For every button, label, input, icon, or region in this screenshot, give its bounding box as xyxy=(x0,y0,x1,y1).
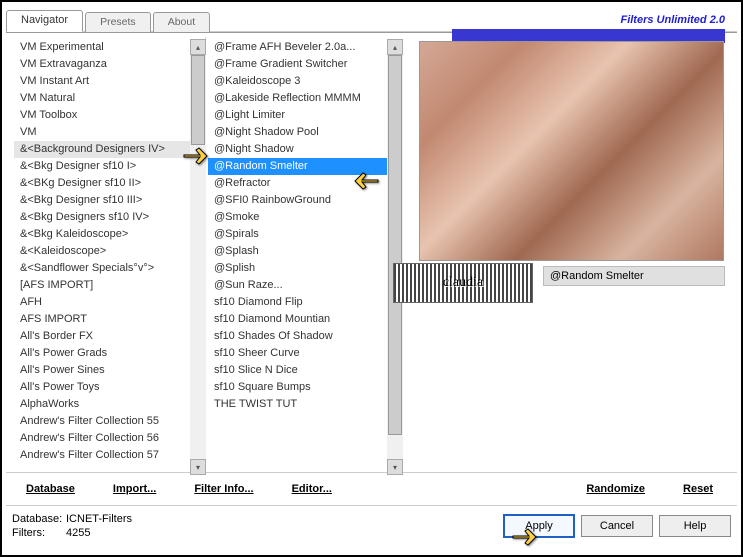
category-item[interactable]: All's Power Toys xyxy=(14,379,205,396)
tab-presets[interactable]: Presets xyxy=(85,12,151,32)
category-item[interactable]: VM xyxy=(14,124,205,141)
scroll-down-icon[interactable]: ▾ xyxy=(387,459,403,475)
preview-panel: @Random Smelter xyxy=(403,37,729,468)
category-item[interactable]: VM Instant Art xyxy=(14,73,205,90)
categories-panel: VM ExperimentalVM ExtravaganzaVM Instant… xyxy=(14,37,206,468)
app-title: Filters Unlimited 2.0 xyxy=(212,4,737,31)
category-item[interactable]: &<Bkg Designer sf10 III> xyxy=(14,192,205,209)
filter-item[interactable]: @SFI0 RainbowGround xyxy=(208,192,403,209)
header: Navigator Presets About Filters Unlimite… xyxy=(6,4,737,32)
import-button[interactable]: Import... xyxy=(103,479,166,499)
category-item[interactable]: &<Bkg Kaleidoscope> xyxy=(14,226,205,243)
filter-item[interactable]: sf10 Square Bumps xyxy=(208,379,403,396)
filter-item[interactable]: @Kaleidoscope 3 xyxy=(208,73,403,90)
tab-navigator[interactable]: Navigator xyxy=(6,10,83,32)
category-item[interactable]: All's Power Grads xyxy=(14,345,205,362)
categories-list[interactable]: VM ExperimentalVM ExtravaganzaVM Instant… xyxy=(14,37,206,475)
scroll-up-icon[interactable]: ▴ xyxy=(387,39,403,55)
footer: Database:ICNET-Filters Filters:4255 Appl… xyxy=(2,506,741,544)
filter-item[interactable]: THE TWIST TUT xyxy=(208,396,403,413)
tab-about[interactable]: About xyxy=(153,12,210,32)
filter-item[interactable]: sf10 Sheer Curve xyxy=(208,345,403,362)
filter-item[interactable]: @Light Limiter xyxy=(208,107,403,124)
filter-item[interactable]: @Frame Gradient Switcher xyxy=(208,56,403,73)
filter-item[interactable]: @Splish xyxy=(208,260,403,277)
filter-item[interactable]: @Refractor xyxy=(208,175,403,192)
filter-item[interactable]: @Smoke xyxy=(208,209,403,226)
category-item[interactable]: All's Power Sines xyxy=(14,362,205,379)
toolbar: Database Import... Filter Info... Editor… xyxy=(6,472,737,506)
scroll-down-icon[interactable]: ▾ xyxy=(190,459,206,475)
category-item[interactable]: &<Sandflower Specials°v°> xyxy=(14,260,205,277)
watermark-stamp xyxy=(393,263,533,303)
category-item[interactable]: [AFS IMPORT] xyxy=(14,277,205,294)
category-item[interactable]: AlphaWorks xyxy=(14,396,205,413)
category-item[interactable]: VM Extravaganza xyxy=(14,56,205,73)
filter-item[interactable]: @Lakeside Reflection MMMM xyxy=(208,90,403,107)
category-item[interactable]: VM Experimental xyxy=(14,39,205,56)
category-item[interactable]: AFH xyxy=(14,294,205,311)
main-area: VM ExperimentalVM ExtravaganzaVM Instant… xyxy=(6,32,737,472)
categories-scrollbar[interactable]: ▴ ▾ xyxy=(190,39,206,475)
category-item[interactable]: AFS IMPORT xyxy=(14,311,205,328)
category-item[interactable]: All's Border FX xyxy=(14,328,205,345)
filter-info-button[interactable]: Filter Info... xyxy=(184,479,263,499)
category-item[interactable]: &<Background Designers IV> xyxy=(14,141,205,158)
category-item[interactable]: VM Natural xyxy=(14,90,205,107)
filter-item[interactable]: @Sun Raze... xyxy=(208,277,403,294)
editor-button[interactable]: Editor... xyxy=(282,479,342,499)
category-item[interactable]: &<Bkg Designers sf10 IV> xyxy=(14,209,205,226)
preview-image xyxy=(419,41,724,261)
category-item[interactable]: Andrew's Filter Collection 55 xyxy=(14,413,205,430)
cancel-button[interactable]: Cancel xyxy=(581,515,653,537)
scroll-thumb[interactable] xyxy=(388,55,402,435)
filters-panel: @Frame AFH Beveler 2.0a...@Frame Gradien… xyxy=(208,37,403,468)
help-button[interactable]: Help xyxy=(659,515,731,537)
category-item[interactable]: &<Bkg Designer sf10 I> xyxy=(14,158,205,175)
reset-button[interactable]: Reset xyxy=(673,479,723,499)
filter-item[interactable]: @Night Shadow xyxy=(208,141,403,158)
preview-filter-name: @Random Smelter xyxy=(543,266,725,286)
category-item[interactable]: Andrew's Filter Collection 56 xyxy=(14,430,205,447)
tabs: Navigator Presets About xyxy=(6,10,212,32)
category-item[interactable]: &<BKg Designer sf10 II> xyxy=(14,175,205,192)
category-item[interactable]: Andrew's Filter Collection 57 xyxy=(14,447,205,464)
filter-item[interactable]: sf10 Slice N Dice xyxy=(208,362,403,379)
filter-item[interactable]: @Night Shadow Pool xyxy=(208,124,403,141)
apply-button[interactable]: Apply xyxy=(503,514,575,538)
scroll-up-icon[interactable]: ▴ xyxy=(190,39,206,55)
category-item[interactable]: &<Kaleidoscope> xyxy=(14,243,205,260)
database-button[interactable]: Database xyxy=(16,479,85,499)
filters-scrollbar[interactable]: ▴ ▾ xyxy=(387,39,403,475)
filter-item[interactable]: @Spirals xyxy=(208,226,403,243)
filter-item[interactable]: @Random Smelter xyxy=(208,158,403,175)
filter-item[interactable]: sf10 Diamond Flip xyxy=(208,294,403,311)
filter-item[interactable]: sf10 Diamond Mountian xyxy=(208,311,403,328)
filter-item[interactable]: sf10 Shades Of Shadow xyxy=(208,328,403,345)
randomize-button[interactable]: Randomize xyxy=(576,479,655,499)
scroll-thumb[interactable] xyxy=(191,55,205,145)
footer-info: Database:ICNET-Filters Filters:4255 xyxy=(12,512,497,540)
filter-item[interactable]: @Splash xyxy=(208,243,403,260)
category-item[interactable]: VM Toolbox xyxy=(14,107,205,124)
filters-list[interactable]: @Frame AFH Beveler 2.0a...@Frame Gradien… xyxy=(208,37,403,475)
filter-item[interactable]: @Frame AFH Beveler 2.0a... xyxy=(208,39,403,56)
